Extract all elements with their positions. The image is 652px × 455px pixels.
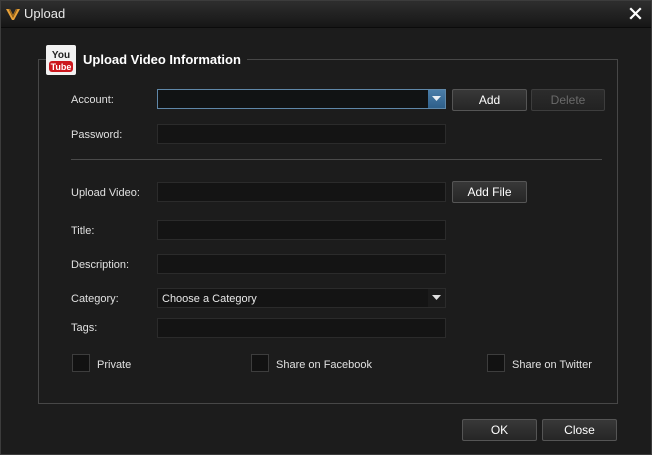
private-label: Private: [97, 359, 132, 371]
svg-text:You: You: [52, 50, 70, 61]
description-label: Description:: [71, 259, 130, 271]
share-twitter-label: Share on Twitter: [512, 359, 592, 371]
tags-label: Tags:: [71, 322, 98, 334]
upload-video-label: Upload Video:: [71, 187, 140, 199]
chevron-down-icon: [432, 96, 441, 101]
youtube-logo-icon: You Tube: [46, 45, 76, 75]
svg-text:Tube: Tube: [51, 62, 72, 72]
delete-account-button[interactable]: Delete: [531, 89, 605, 111]
ok-button[interactable]: OK: [462, 419, 537, 441]
section-divider: [71, 159, 602, 160]
close-icon[interactable]: [629, 7, 642, 20]
share-facebook-checkbox[interactable]: [251, 354, 269, 372]
add-file-button[interactable]: Add File: [452, 181, 527, 203]
account-dropdown-arrow[interactable]: [428, 90, 445, 108]
category-dropdown-arrow[interactable]: [428, 289, 445, 307]
private-checkbox[interactable]: [72, 354, 90, 372]
section-title: Upload Video Information: [83, 52, 241, 67]
category-selected-value: Choose a Category: [162, 293, 257, 305]
window-title: Upload: [24, 6, 66, 21]
password-label: Password:: [71, 129, 123, 141]
share-twitter-checkbox[interactable]: [487, 354, 505, 372]
chevron-down-icon: [432, 295, 441, 300]
upload-dialog: Upload You Tube Upload Video Information…: [0, 0, 652, 455]
account-combobox[interactable]: [157, 89, 446, 109]
category-label: Category:: [71, 293, 119, 305]
close-button[interactable]: Close: [542, 419, 617, 441]
title-field[interactable]: [157, 220, 446, 240]
title-label: Title:: [71, 225, 95, 237]
share-facebook-label: Share on Facebook: [276, 359, 373, 371]
title-bar[interactable]: Upload: [1, 1, 651, 28]
add-account-button[interactable]: Add: [452, 89, 527, 111]
account-label: Account:: [71, 94, 114, 106]
upload-video-field[interactable]: [157, 182, 446, 202]
app-logo-icon: [6, 8, 20, 20]
description-field[interactable]: [157, 254, 446, 274]
password-field[interactable]: [157, 124, 446, 144]
tags-field[interactable]: [157, 318, 446, 338]
group-header: You Tube Upload Video Information: [46, 45, 247, 75]
